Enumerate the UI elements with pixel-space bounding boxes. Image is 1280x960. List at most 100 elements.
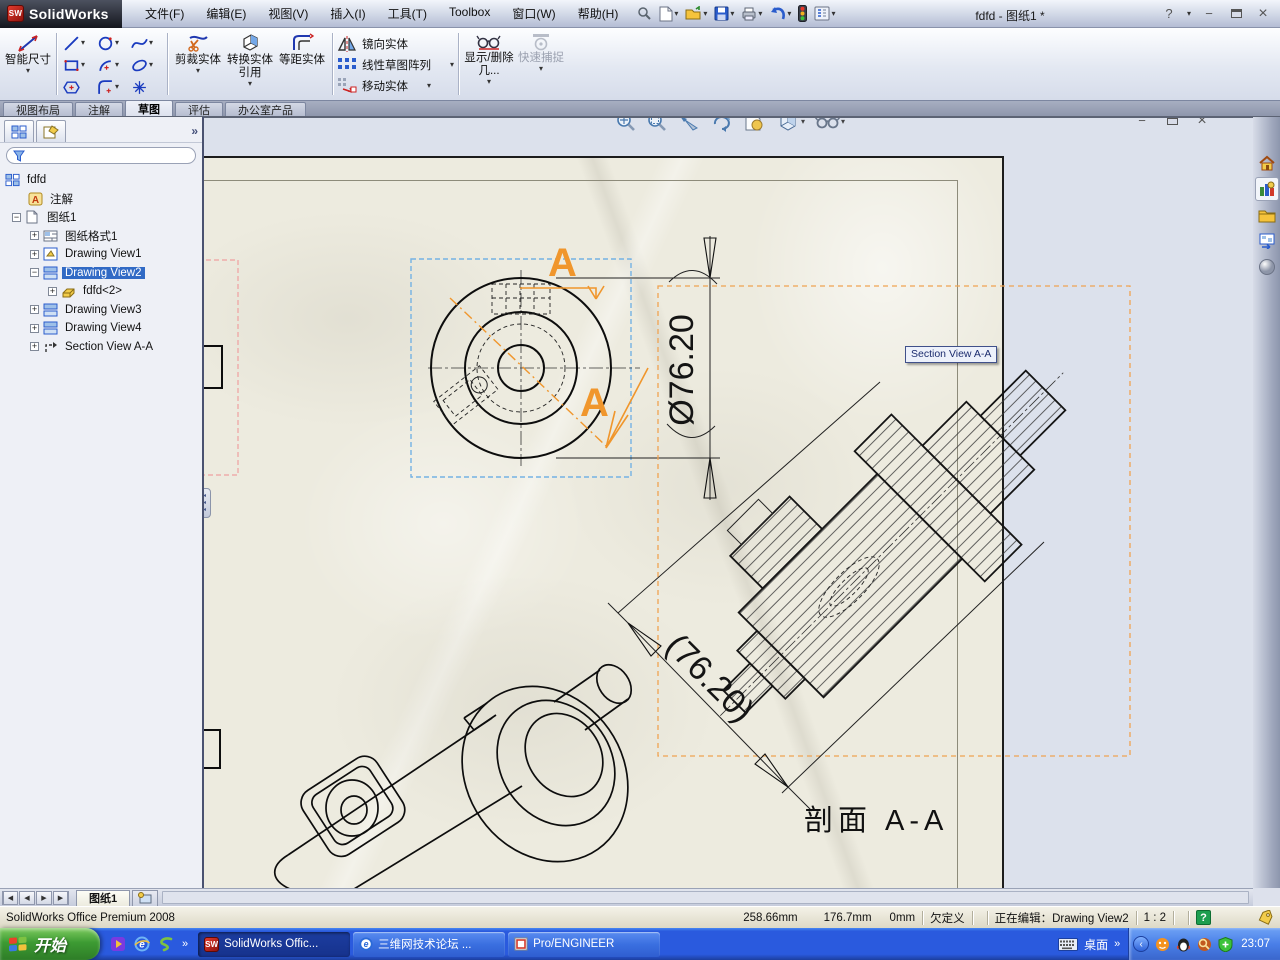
dropdown-caret[interactable]: ▾ [427,81,431,90]
tree-item-drawing-view2[interactable]: − Drawing View2 [0,264,202,283]
sheet-tab-sheet1[interactable]: 图纸1 [76,889,131,906]
circle-tool-button[interactable]: ▾ [95,32,129,54]
search-icon[interactable] [635,5,654,22]
quick-snaps-button[interactable]: 快速捕捉 ▾ [515,30,567,73]
dropdown-caret[interactable]: ▾ [149,61,153,69]
dropdown-caret[interactable]: ▾ [81,61,85,69]
expand-box[interactable]: + [30,342,39,352]
help-button[interactable]: ? [1160,5,1178,22]
next-sheet-button[interactable]: ▶ [36,890,52,905]
convert-entities-button[interactable]: 转换实体引用 ▾ [224,30,276,88]
dropdown-caret[interactable]: ▾ [539,65,543,73]
tree-item-section-view[interactable]: + Section View A-A [0,338,202,357]
dropdown-caret[interactable]: ▾ [450,60,454,69]
collapse-box[interactable]: − [12,212,21,222]
rectangle-tool-button[interactable]: ▾ [61,54,95,76]
doc-restore-button[interactable] [1163,118,1181,129]
taskbar-clock[interactable]: 23:07 [1241,938,1270,950]
expand-box[interactable]: + [48,286,57,296]
solidworks-resources-button[interactable] [1255,151,1279,175]
print-button[interactable]: ▾ [739,5,764,22]
trim-entities-button[interactable]: 剪裁实体 ▾ [172,30,224,75]
close-button[interactable]: × [1254,5,1272,22]
tree-item-drawing-view3[interactable]: + Drawing View3 [0,301,202,320]
menu-view[interactable]: 视图(V) [257,1,319,26]
tab-sketch[interactable]: 草图 [125,100,173,116]
first-sheet-button[interactable]: ◀ [2,890,18,905]
panel-expand-chevron[interactable]: » [191,124,198,138]
browser-s-icon[interactable] [158,936,174,952]
tray-collapse-button[interactable]: ‹ [1133,936,1150,952]
dropdown-caret[interactable]: ▾ [115,83,119,91]
tab-view-layout[interactable]: 视图布局 [3,102,73,117]
dropdown-caret[interactable]: ▾ [787,9,791,18]
dropdown-caret[interactable]: ▾ [730,9,734,18]
arc-tool-button[interactable]: ▾ [95,54,129,76]
expand-box[interactable]: + [30,323,39,333]
tree-filter-input[interactable] [6,147,196,164]
collapse-box[interactable]: − [30,268,39,278]
desktop-toolbar-label[interactable]: 桌面 [1084,936,1108,953]
menu-file[interactable]: 文件(F) [134,1,195,26]
360-shield-tray-icon[interactable] [1218,936,1233,952]
dropdown-caret[interactable]: ▾ [248,80,252,88]
expand-box[interactable]: + [30,249,39,259]
menu-tools[interactable]: 工具(T) [377,1,438,26]
feature-manager-tab[interactable] [4,120,34,142]
menu-window[interactable]: 窗口(W) [501,1,566,26]
panel-splitter-handle[interactable]: ◂ ◂ ◂ [204,488,211,518]
point-tool-button[interactable] [129,76,163,98]
tree-item-drawing-view4[interactable]: + Drawing View4 [0,319,202,338]
apply-scene-button[interactable] [743,118,767,133]
options-button[interactable]: ▾ [812,5,837,22]
quick-tips-help-badge[interactable]: ? [1196,910,1211,925]
menu-insert[interactable]: 插入(I) [319,1,376,26]
dropdown-caret[interactable]: ▾ [115,39,119,47]
view-display-glasses-button[interactable]: ▾ [814,118,845,132]
new-document-button[interactable]: ▾ [657,5,680,23]
sogou-tray-icon[interactable] [1197,937,1212,952]
help-dropdown-caret[interactable]: ▾ [1187,9,1191,18]
property-manager-tab[interactable] [36,120,66,142]
smart-dimension-button[interactable]: 智能尺寸 ▾ [4,30,52,75]
drawing-sheet[interactable] [204,156,1004,888]
tree-item-sheet1[interactable]: − 图纸1 [0,208,202,227]
previous-view-button[interactable] [677,118,701,133]
expand-box[interactable]: + [30,305,39,315]
prev-sheet-button[interactable]: ◀ [19,890,35,905]
last-sheet-button[interactable]: ▶ [53,890,69,905]
mirror-entities-button[interactable]: 镜向实体 [337,33,454,54]
undo-button[interactable]: ▾ [767,5,793,23]
taskbar-item-proengineer[interactable]: Pro/ENGINEER [508,931,661,957]
menu-toolbox[interactable]: Toolbox [438,1,501,26]
internet-explorer-icon[interactable]: e [134,936,150,952]
media-player-icon[interactable] [110,936,126,952]
expand-box[interactable]: + [30,231,39,241]
view-settings-cube-button[interactable]: ▾ [776,118,805,133]
doc-close-button[interactable]: × [1193,118,1211,129]
tab-evaluate[interactable]: 评估 [175,102,223,117]
zoom-to-area-button[interactable] [646,118,668,133]
tab-office-products[interactable]: 办公室产品 [225,102,306,117]
appearances-button[interactable] [1255,255,1279,279]
save-button[interactable]: ▾ [712,5,736,22]
file-explorer-button[interactable] [1255,203,1279,227]
offset-entities-button[interactable]: 等距实体 [276,30,328,67]
zoom-to-fit-button[interactable] [615,118,637,133]
graphics-area[interactable]: .geo{fill:none;stroke:#0d0d0d;stroke-wid… [204,117,1253,888]
polygon-tool-button[interactable] [61,76,95,98]
dropdown-caret[interactable]: ▾ [149,39,153,47]
dropdown-caret[interactable]: ▾ [703,9,707,18]
minimize-button[interactable]: − [1200,5,1218,22]
input-method-keyboard-icon[interactable] [1058,937,1079,951]
dropdown-caret[interactable]: ▾ [115,61,119,69]
dropdown-caret[interactable]: ▾ [758,9,762,18]
tree-item-root[interactable]: fdfd [0,171,202,190]
dropdown-caret[interactable]: ▾ [26,67,30,75]
display-delete-relations-button[interactable]: 显示/删除几... ▾ [463,30,515,86]
tree-item-part-fdfd2[interactable]: + fdfd<2> [0,282,202,301]
dropdown-caret[interactable]: ▾ [841,118,845,126]
move-entities-button[interactable]: 移动实体 ▾ [337,75,454,96]
taskbar-item-solidworks[interactable]: SW SolidWorks Offic... [198,931,351,957]
rotate-view-button[interactable] [710,118,734,133]
